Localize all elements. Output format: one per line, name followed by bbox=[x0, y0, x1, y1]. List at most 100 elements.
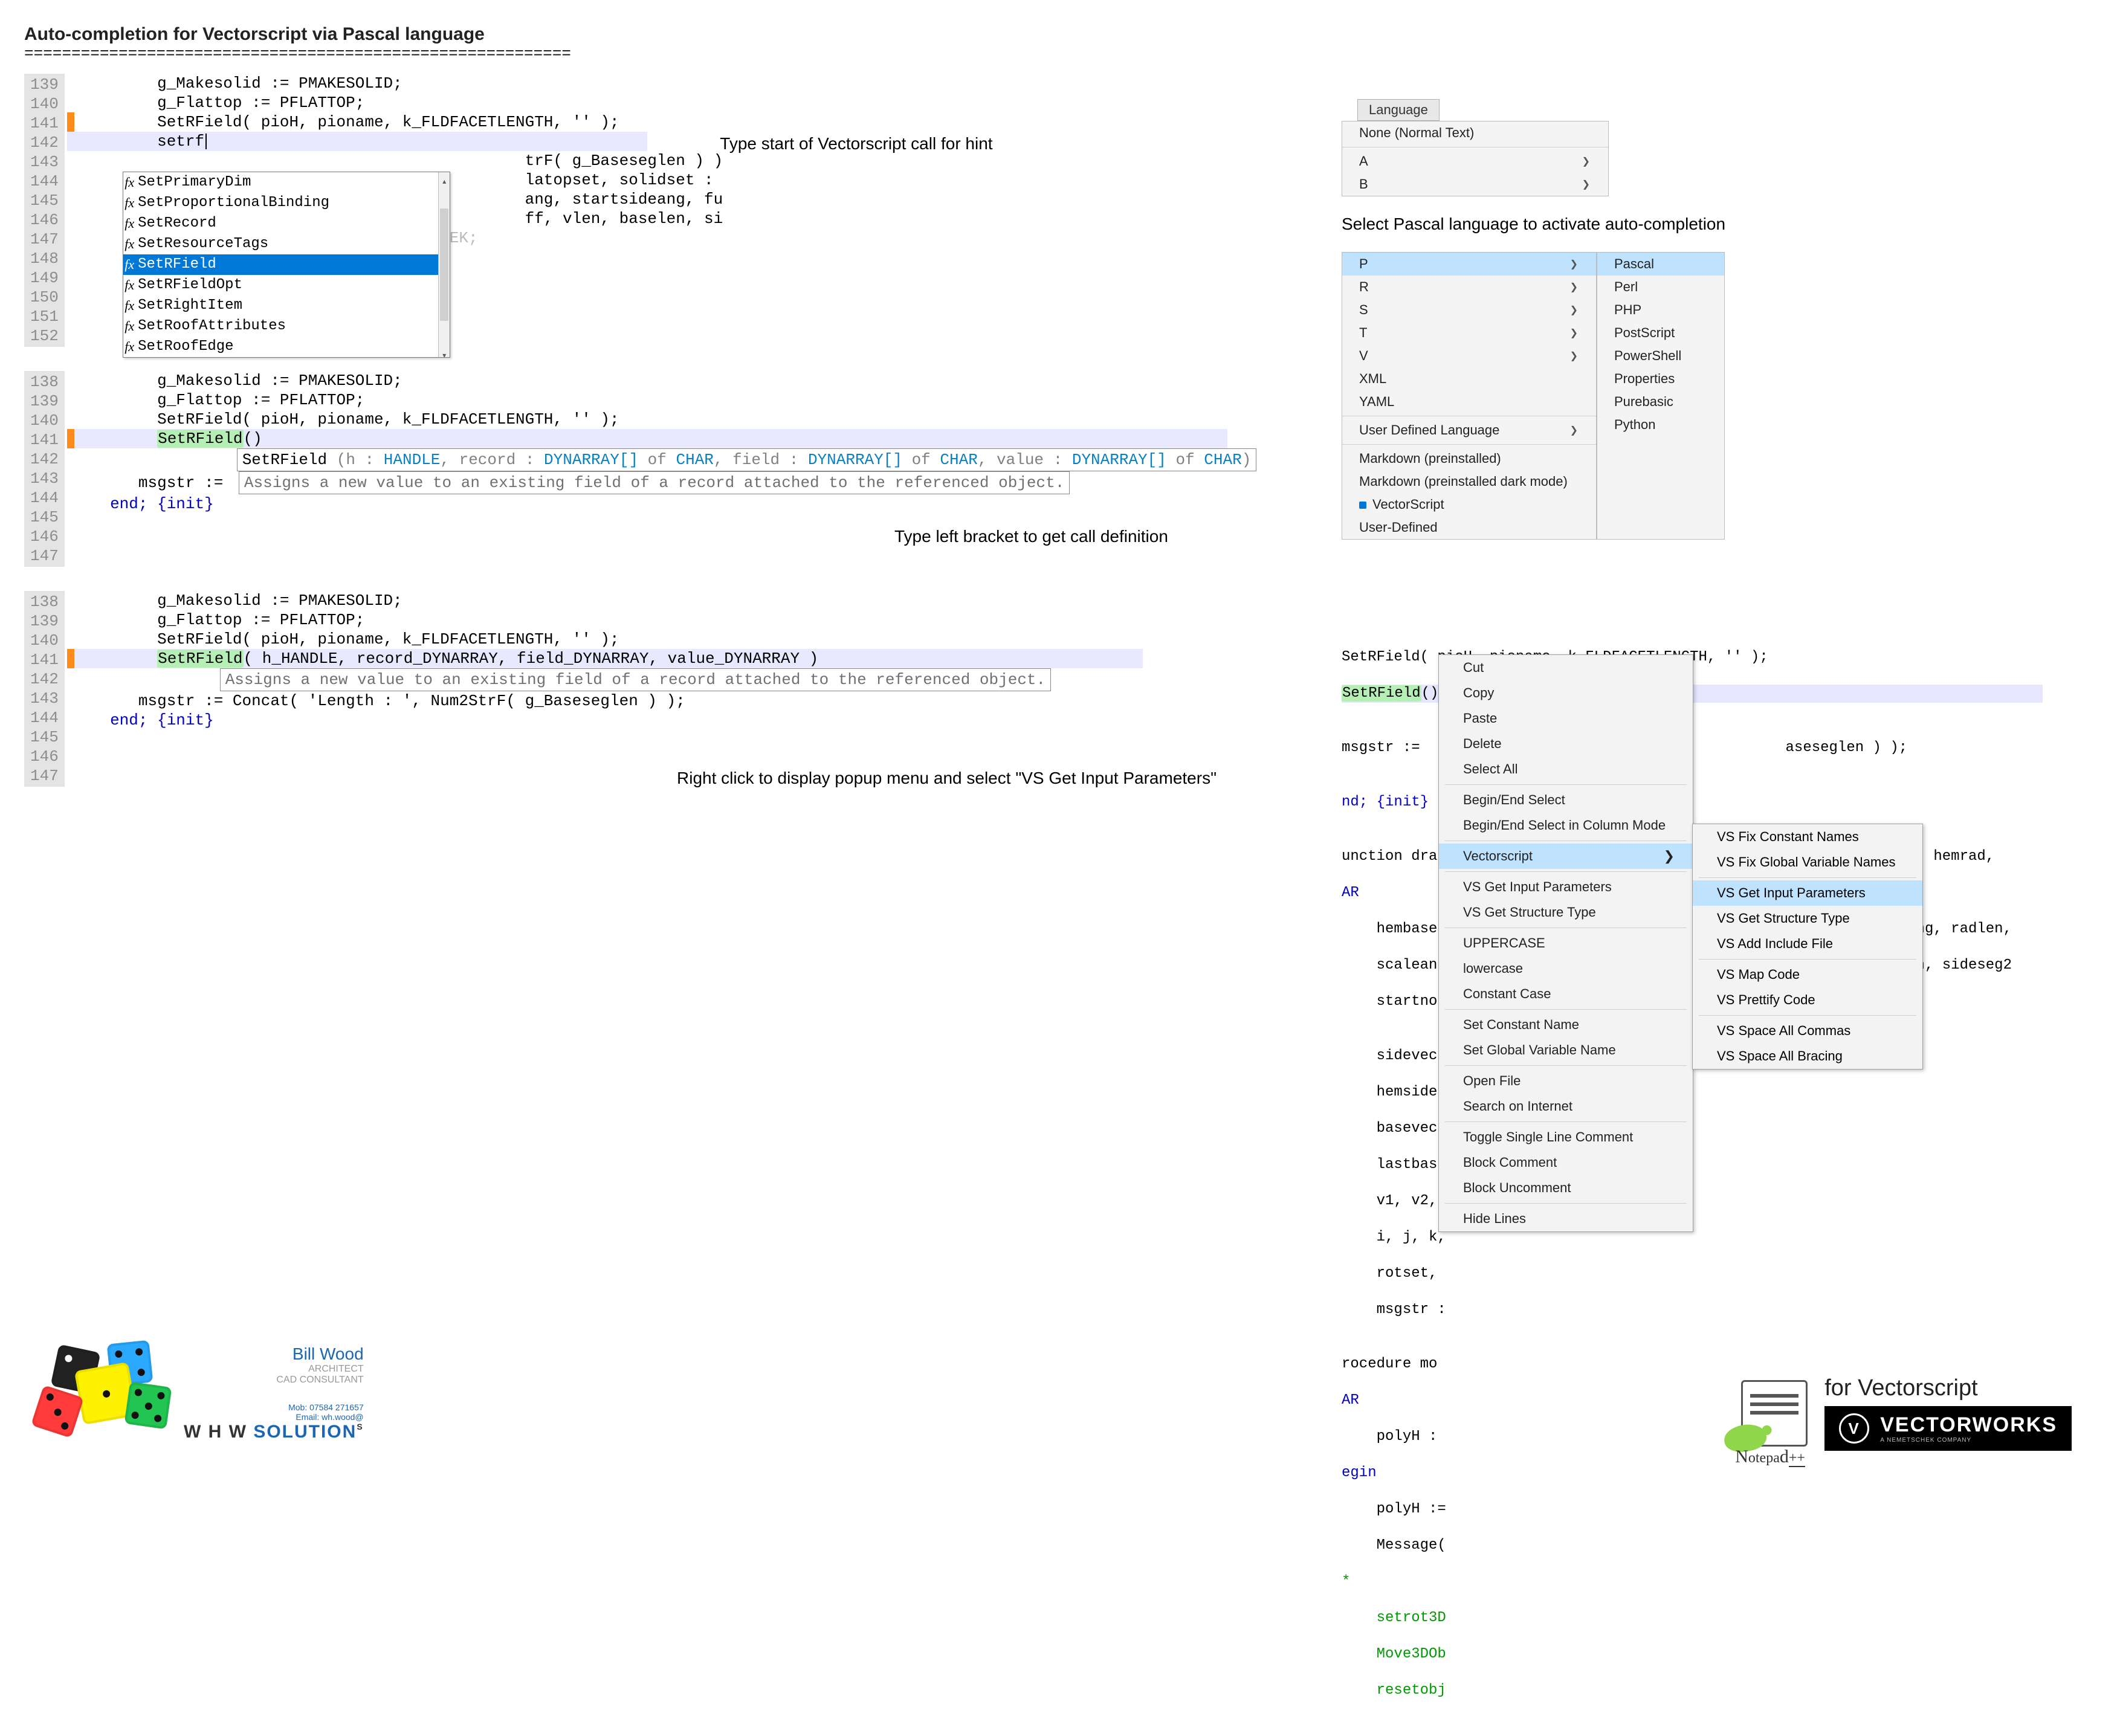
sub-item[interactable]: VS Space All Commas bbox=[1693, 1018, 1922, 1044]
menu-item-P[interactable]: P❯ bbox=[1342, 253, 1596, 276]
ac-item[interactable]: fxSetRFieldOpt bbox=[123, 275, 450, 295]
sub-item[interactable]: VS Prettify Code bbox=[1693, 987, 1922, 1013]
ctx-item[interactable]: Set Global Variable Name bbox=[1439, 1037, 1693, 1063]
menu-item[interactable]: A❯ bbox=[1342, 150, 1608, 173]
dice-logo bbox=[36, 1342, 169, 1445]
menu-item[interactable]: PHP bbox=[1597, 298, 1724, 321]
chevron-right-icon: ❯ bbox=[1570, 281, 1578, 293]
sub-item[interactable]: VS Map Code bbox=[1693, 962, 1922, 987]
context-menu[interactable]: Cut Copy Paste Delete Select All Begin/E… bbox=[1438, 654, 1693, 1232]
menu-item-vectorscript[interactable]: VectorScript bbox=[1342, 493, 1596, 516]
ac-item[interactable]: fxSetProportionalBinding bbox=[123, 193, 450, 213]
ctx-item[interactable]: lowercase bbox=[1439, 956, 1693, 981]
scroll-thumb[interactable] bbox=[440, 208, 448, 321]
hl-word-setrfield: SetRField bbox=[157, 430, 243, 448]
scrollbar[interactable]: ▴ ▾ bbox=[438, 172, 450, 357]
ac-item[interactable]: fxSetPrimaryDim bbox=[123, 172, 450, 193]
code-3[interactable]: g_Makesolid := PMAKESOLID; g_Flattop := … bbox=[67, 591, 1143, 730]
chevron-right-icon: ❯ bbox=[1570, 350, 1578, 362]
ctx-item[interactable]: Set Constant Name bbox=[1439, 1012, 1693, 1037]
fx-icon: fx bbox=[124, 337, 134, 357]
lang-menu-left[interactable]: P❯ R❯ S❯ T❯ V❯ XML YAML User Defined Lan… bbox=[1342, 252, 1597, 540]
ctx-item[interactable]: Search on Internet bbox=[1439, 1094, 1693, 1119]
menu-item[interactable]: V❯ bbox=[1342, 344, 1596, 367]
ctx-item[interactable]: VS Get Input Parameters bbox=[1439, 874, 1693, 900]
menu-item[interactable]: User-Defined bbox=[1342, 516, 1596, 539]
fx-icon: fx bbox=[124, 255, 134, 274]
ac-item[interactable]: fxSetRoofAttributes bbox=[123, 316, 450, 337]
sub-item[interactable]: VS Get Structure Type bbox=[1693, 906, 1922, 931]
ctx-paste[interactable]: Paste bbox=[1439, 706, 1693, 731]
biz-mob: Mob: 07584 271657 bbox=[184, 1402, 364, 1412]
menu-item[interactable]: R❯ bbox=[1342, 276, 1596, 298]
calltip-description: Assigns a new value to an existing field… bbox=[239, 471, 1070, 494]
autocomplete-popup[interactable]: fxSetPrimaryDim fxSetProportionalBinding… bbox=[123, 172, 450, 358]
ac-item[interactable]: fxSetRightItem bbox=[123, 295, 450, 316]
text-caret bbox=[205, 134, 207, 149]
menu-item[interactable]: XML bbox=[1342, 367, 1596, 390]
menu-item[interactable]: Markdown (preinstalled) bbox=[1342, 447, 1596, 470]
code-1[interactable]: g_Makesolid := PMAKESOLID; g_Flattop := … bbox=[67, 74, 647, 248]
scroll-up-icon[interactable]: ▴ bbox=[439, 172, 450, 183]
ctx-item[interactable]: Block Comment bbox=[1439, 1150, 1693, 1175]
ctx-item[interactable]: Open File bbox=[1439, 1068, 1693, 1094]
menu-item[interactable]: Purebasic bbox=[1597, 390, 1724, 413]
ctx-item[interactable]: Constant Case bbox=[1439, 981, 1693, 1007]
lang-menu-right[interactable]: Pascal Perl PHP PostScript PowerShell Pr… bbox=[1597, 252, 1725, 540]
footer-right: Notepad++ for Vectorscript V VECTORWORKS… bbox=[1741, 1375, 2072, 1451]
menu-item[interactable]: Properties bbox=[1597, 367, 1724, 390]
language-tab[interactable]: Language bbox=[1357, 99, 1440, 121]
ctx-copy[interactable]: Copy bbox=[1439, 680, 1693, 706]
ctx-item[interactable]: Begin/End Select bbox=[1439, 787, 1693, 813]
ctx-delete[interactable]: Delete bbox=[1439, 731, 1693, 757]
chevron-right-icon: ❯ bbox=[1570, 258, 1578, 270]
ac-item[interactable]: fxSetRecord bbox=[123, 213, 450, 234]
sub-item[interactable]: VS Fix Global Variable Names bbox=[1693, 850, 1922, 875]
menu-item[interactable]: T❯ bbox=[1342, 321, 1596, 344]
hl-word-setrfield: SetRField bbox=[157, 650, 243, 668]
menu-item[interactable]: Markdown (preinstalled dark mode) bbox=[1342, 470, 1596, 493]
sub-item[interactable]: VS Fix Constant Names bbox=[1693, 824, 1922, 850]
lang-menu-top[interactable]: None (Normal Text) A❯ B❯ bbox=[1342, 121, 1609, 196]
menu-item[interactable]: Perl bbox=[1597, 276, 1724, 298]
code-2[interactable]: g_Makesolid := PMAKESOLID; g_Flattop := … bbox=[67, 371, 1227, 514]
menu-item[interactable]: PowerShell bbox=[1597, 344, 1724, 367]
ac-item[interactable]: fxSetRoofEdge bbox=[123, 337, 450, 357]
ctx-item[interactable]: Hide Lines bbox=[1439, 1206, 1693, 1231]
for-vectorscript-label: for Vectorscript bbox=[1824, 1375, 2072, 1401]
sub-item[interactable]: VS Add Include File bbox=[1693, 931, 1922, 957]
ctx-item[interactable]: Toggle Single Line Comment bbox=[1439, 1125, 1693, 1150]
gutter-1: 139140 141142 143144 145146 147148 14915… bbox=[24, 74, 65, 347]
scroll-down-icon[interactable]: ▾ bbox=[439, 346, 450, 357]
menu-item[interactable]: S❯ bbox=[1342, 298, 1596, 321]
biz-sub2: CAD CONSULTANT bbox=[184, 1375, 364, 1386]
ctx-cut[interactable]: Cut bbox=[1439, 655, 1693, 680]
notepadpp-logo: Notepad++ bbox=[1741, 1380, 1808, 1447]
menu-item[interactable]: User Defined Language❯ bbox=[1342, 419, 1596, 442]
ac-item[interactable]: fxSetResourceTags bbox=[123, 234, 450, 254]
menu-item[interactable]: None (Normal Text) bbox=[1342, 121, 1608, 144]
ctx-vectorscript[interactable]: Vectorscript❯ bbox=[1439, 844, 1693, 869]
biz-brand: W H W SOLUTIONS bbox=[184, 1422, 364, 1442]
menu-item[interactable]: B❯ bbox=[1342, 173, 1608, 196]
chevron-right-icon: ❯ bbox=[1570, 327, 1578, 339]
biz-email: Email: wh.wood@ bbox=[184, 1412, 364, 1422]
menu-item-pascal[interactable]: Pascal bbox=[1597, 253, 1724, 276]
ctx-item[interactable]: VS Get Structure Type bbox=[1439, 900, 1693, 925]
chevron-right-icon: ❯ bbox=[1664, 848, 1675, 864]
menu-item[interactable]: YAML bbox=[1342, 390, 1596, 413]
ctx-item[interactable]: Begin/End Select in Column Mode bbox=[1439, 813, 1693, 838]
ctx-select-all[interactable]: Select All bbox=[1439, 757, 1693, 782]
annotation-3: Type left bracket to get call definition bbox=[894, 527, 1168, 546]
context-submenu[interactable]: VS Fix Constant Names VS Fix Global Vari… bbox=[1692, 824, 1923, 1070]
fx-icon: fx bbox=[124, 193, 134, 213]
menu-item[interactable]: Python bbox=[1597, 413, 1724, 436]
gutter-3: 138139 140141 142143 144145 146147 bbox=[24, 591, 65, 787]
ac-item-selected[interactable]: fxSetRField bbox=[123, 254, 450, 275]
menu-item[interactable]: PostScript bbox=[1597, 321, 1724, 344]
sub-item[interactable]: VS Space All Bracing bbox=[1693, 1044, 1922, 1069]
ctx-item[interactable]: UPPERCASE bbox=[1439, 931, 1693, 956]
chevron-right-icon: ❯ bbox=[1582, 178, 1590, 190]
ctx-item[interactable]: Block Uncomment bbox=[1439, 1175, 1693, 1201]
sub-item-get-input-params[interactable]: VS Get Input Parameters bbox=[1693, 880, 1922, 906]
